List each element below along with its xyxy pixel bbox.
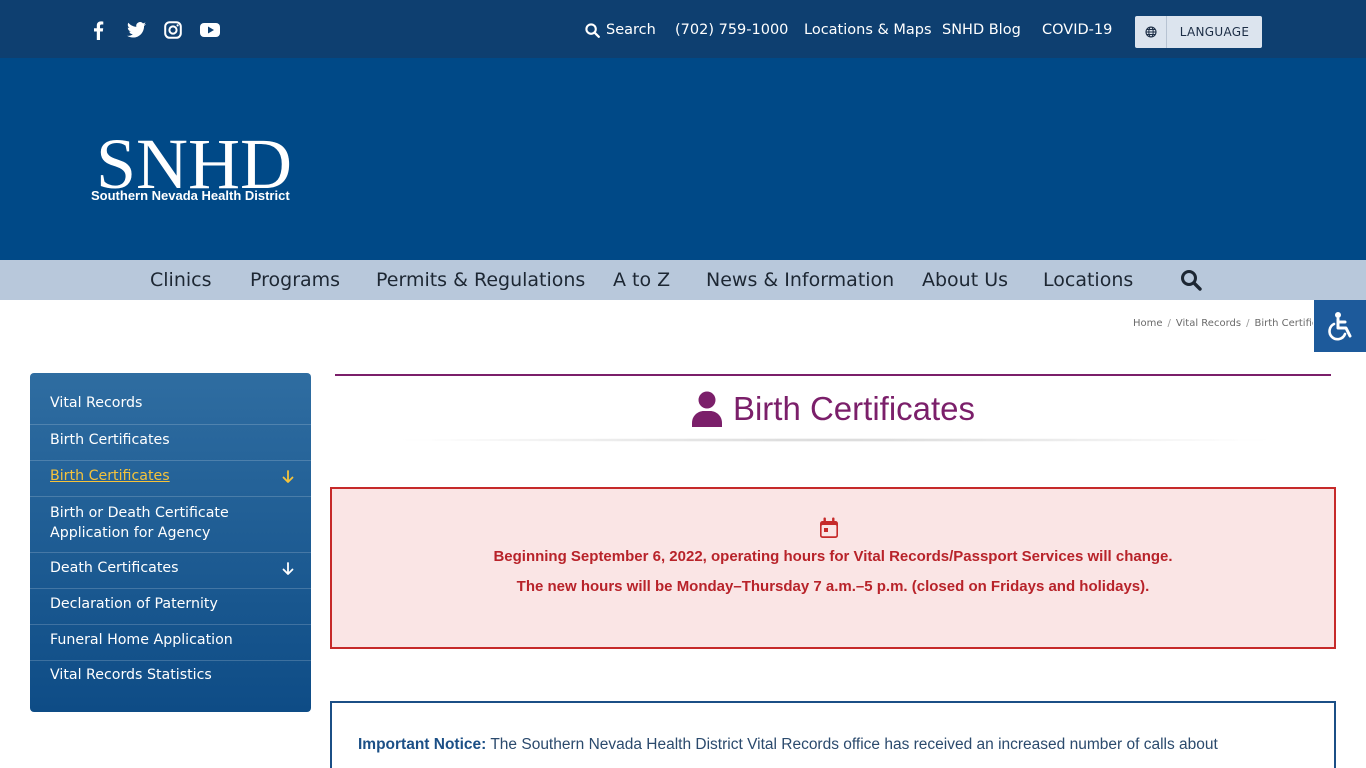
breadcrumb-current: Birth Certific xyxy=(1254,318,1313,329)
sidebar-item-label: Vital Records Statistics xyxy=(50,667,212,683)
youtube-icon[interactable] xyxy=(200,20,220,40)
sidebar-item-agency-application[interactable]: Birth or Death Certificate Application f… xyxy=(30,497,311,553)
alert-line-1: Beginning September 6, 2022, operating h… xyxy=(493,548,1173,565)
phone-link[interactable]: (702) 759-1000 xyxy=(675,22,788,38)
sidebar-item-funeral-home-application[interactable]: Funeral Home Application xyxy=(30,625,311,661)
breadcrumb: Home / Vital Records / Birth Certific xyxy=(1133,318,1313,329)
arrow-down-icon[interactable] xyxy=(282,562,294,576)
covid-19-link[interactable]: COVID-19 xyxy=(1042,22,1112,38)
site-header: SNHD Southern Nevada Health District xyxy=(0,58,1366,260)
top-bar: Search (702) 759-1000 Locations & Maps S… xyxy=(0,0,1366,58)
language-selector[interactable]: LANGUAGE xyxy=(1135,16,1262,48)
sidebar-item-label: Birth or Death Certificate Application f… xyxy=(50,505,229,541)
sidebar-item-label: Funeral Home Application xyxy=(50,632,233,648)
hours-alert: Beginning September 6, 2022, operating h… xyxy=(330,487,1336,649)
notice-label: Important Notice: xyxy=(358,736,487,753)
search-icon xyxy=(585,22,600,38)
page-title-text: Birth Certificates xyxy=(732,390,976,427)
nav-programs[interactable]: Programs xyxy=(250,269,340,291)
notice-paragraph: Important Notice: The Southern Nevada He… xyxy=(358,733,1318,757)
title-divider xyxy=(335,374,1331,376)
sidebar-item-label: Birth Certificates xyxy=(50,468,170,484)
sidebar-item-label: Birth Certificates xyxy=(50,432,170,448)
sidebar-item-vital-records-statistics[interactable]: Vital Records Statistics xyxy=(30,661,311,696)
breadcrumb-home[interactable]: Home xyxy=(1133,318,1163,329)
nav-clinics[interactable]: Clinics xyxy=(150,269,212,291)
nav-news-information[interactable]: News & Information xyxy=(706,269,894,291)
nav-a-to-z[interactable]: A to Z xyxy=(613,269,670,291)
twitter-icon[interactable] xyxy=(126,20,146,40)
notice-text: The Southern Nevada Health District Vita… xyxy=(486,736,1218,753)
sidebar-item-label: Vital Records xyxy=(50,395,143,411)
page-title: Birth Certificates xyxy=(335,390,1331,428)
locations-maps-link[interactable]: Locations & Maps xyxy=(804,22,932,38)
nav-search-icon[interactable] xyxy=(1180,269,1202,291)
snhd-logo[interactable]: SNHD Southern Nevada Health District xyxy=(90,98,292,218)
nav-locations[interactable]: Locations xyxy=(1043,269,1133,291)
search-label: Search xyxy=(606,22,656,38)
instagram-icon[interactable] xyxy=(163,20,183,40)
language-label: LANGUAGE xyxy=(1179,25,1250,39)
alert-line-2: The new hours will be Monday–Thursday 7 … xyxy=(516,578,1150,595)
logo-subtitle: Southern Nevada Health District xyxy=(91,188,290,203)
calendar-icon xyxy=(820,517,838,538)
sidebar-item-birth-certificates[interactable]: Birth Certificates xyxy=(30,425,311,461)
sidebar-item-label: Declaration of Paternity xyxy=(50,596,218,612)
facebook-icon[interactable] xyxy=(88,20,108,40)
sidebar-item-label: Death Certificates xyxy=(50,560,179,576)
nav-permits-regulations[interactable]: Permits & Regulations xyxy=(376,269,585,291)
sidebar-menu: Vital Records Birth Certificates Birth C… xyxy=(30,373,311,712)
important-notice: Important Notice: The Southern Nevada He… xyxy=(330,701,1336,768)
snhd-blog-link[interactable]: SNHD Blog xyxy=(942,22,1021,38)
sidebar-item-vital-records[interactable]: Vital Records xyxy=(30,373,311,425)
arrow-down-icon[interactable] xyxy=(282,470,294,484)
main-nav: Clinics Programs Permits & Regulations A… xyxy=(0,260,1366,300)
accessibility-icon[interactable] xyxy=(1314,300,1366,352)
globe-icon xyxy=(1135,16,1167,48)
sidebar-item-death-certificates[interactable]: Death Certificates xyxy=(30,553,311,589)
nav-about-us[interactable]: About Us xyxy=(922,269,1008,291)
sidebar-item-declaration-of-paternity[interactable]: Declaration of Paternity xyxy=(30,589,311,625)
user-icon xyxy=(691,391,722,427)
title-shadow xyxy=(390,438,1280,442)
breadcrumb-vital-records[interactable]: Vital Records xyxy=(1176,318,1241,329)
sidebar-item-birth-certificates-active[interactable]: Birth Certificates xyxy=(30,461,311,497)
top-search-link[interactable]: Search xyxy=(585,22,656,38)
